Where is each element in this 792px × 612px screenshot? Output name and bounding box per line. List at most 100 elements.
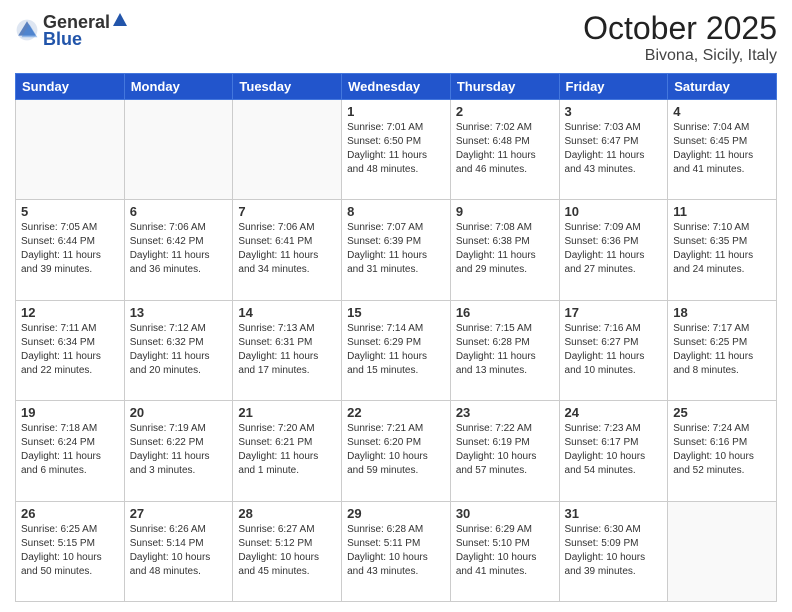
- day-number: 15: [347, 305, 445, 320]
- day-info: Sunrise: 7:11 AM Sunset: 6:34 PM Dayligh…: [21, 322, 119, 378]
- table-row: 26Sunrise: 6:25 AM Sunset: 5:15 PM Dayli…: [16, 501, 125, 601]
- table-row: 1 Sunrise: 7:01 AM Sunset: 6:50 PM Daylig…: [342, 100, 451, 200]
- logo-icon: [15, 18, 39, 42]
- day-info: Sunrise: 7:05 AM Sunset: 6:44 PM Dayligh…: [21, 221, 119, 277]
- day-info: Sunrise: 7:10 AM Sunset: 6:35 PM Dayligh…: [673, 221, 771, 277]
- day-info: Sunrise: 7:12 AM Sunset: 6:32 PM Dayligh…: [130, 322, 228, 378]
- day-info: Sunrise: 7:17 AM Sunset: 6:25 PM Dayligh…: [673, 322, 771, 378]
- table-row: 18 Sunrise: 7:17 AM Sunset: 6:25 PM Dayli…: [668, 300, 777, 400]
- day-info: Sunrise: 6:30 AM Sunset: 5:09 PM Dayligh…: [565, 523, 663, 579]
- day-info: Sunrise: 6:26 AM Sunset: 5:14 PM Dayligh…: [130, 523, 228, 579]
- calendar-week-row: 1 Sunrise: 7:01 AM Sunset: 6:50 PM Daylig…: [16, 100, 777, 200]
- table-row: 20Sunrise: 7:19 AM Sunset: 6:22 PM Dayli…: [124, 401, 233, 501]
- day-number: 30: [456, 506, 554, 521]
- title-block: October 2025 Bivona, Sicily, Italy: [583, 10, 777, 65]
- table-row: 14Sunrise: 7:13 AM Sunset: 6:31 PM Dayli…: [233, 300, 342, 400]
- table-row: 7 Sunrise: 7:06 AM Sunset: 6:41 PM Daylig…: [233, 200, 342, 300]
- day-info: Sunrise: 7:04 AM Sunset: 6:45 PM Dayligh…: [673, 121, 771, 177]
- table-row: 22Sunrise: 7:21 AM Sunset: 6:20 PM Dayli…: [342, 401, 451, 501]
- day-number: 19: [21, 405, 119, 420]
- day-number: 26: [21, 506, 119, 521]
- day-number: 29: [347, 506, 445, 521]
- table-row: 13 Sunrise: 7:12 AM Sunset: 6:32 PM Dayli…: [124, 300, 233, 400]
- day-number: 31: [565, 506, 663, 521]
- day-number: 8: [347, 204, 445, 219]
- day-number: 17: [565, 305, 663, 320]
- day-info: Sunrise: 6:28 AM Sunset: 5:11 PM Dayligh…: [347, 523, 445, 579]
- calendar-week-row: 5 Sunrise: 7:05 AM Sunset: 6:44 PM Daylig…: [16, 200, 777, 300]
- header-wednesday: Wednesday: [342, 74, 451, 100]
- header-saturday: Saturday: [668, 74, 777, 100]
- header-tuesday: Tuesday: [233, 74, 342, 100]
- day-info: Sunrise: 6:29 AM Sunset: 5:10 PM Dayligh…: [456, 523, 554, 579]
- day-info: Sunrise: 7:08 AM Sunset: 6:38 PM Dayligh…: [456, 221, 554, 277]
- table-row: 24 Sunrise: 7:23 AM Sunset: 6:17 PM Dayli…: [559, 401, 668, 501]
- day-number: 28: [238, 506, 336, 521]
- logo-triangle-icon: [111, 10, 129, 28]
- day-number: 4: [673, 104, 771, 119]
- day-info: Sunrise: 7:20 AM Sunset: 6:21 PM Dayligh…: [238, 422, 336, 478]
- day-number: 11: [673, 204, 771, 219]
- day-number: 20: [130, 405, 228, 420]
- day-number: 9: [456, 204, 554, 219]
- day-number: 21: [238, 405, 336, 420]
- day-info: Sunrise: 7:21 AM Sunset: 6:20 PM Dayligh…: [347, 422, 445, 478]
- day-info: Sunrise: 7:15 AM Sunset: 6:28 PM Dayligh…: [456, 322, 554, 378]
- day-number: 6: [130, 204, 228, 219]
- day-info: Sunrise: 7:13 AM Sunset: 6:31 PM Dayligh…: [238, 322, 336, 378]
- header-friday: Friday: [559, 74, 668, 100]
- table-row: 12 Sunrise: 7:11 AM Sunset: 6:34 PM Dayli…: [16, 300, 125, 400]
- day-info: Sunrise: 7:22 AM Sunset: 6:19 PM Dayligh…: [456, 422, 554, 478]
- calendar-header-row: Sunday Monday Tuesday Wednesday Thursday…: [16, 74, 777, 100]
- table-row: [668, 501, 777, 601]
- table-row: 25Sunrise: 7:24 AM Sunset: 6:16 PM Dayli…: [668, 401, 777, 501]
- table-row: [124, 100, 233, 200]
- table-row: 16 Sunrise: 7:15 AM Sunset: 6:28 PM Dayli…: [450, 300, 559, 400]
- day-info: Sunrise: 7:09 AM Sunset: 6:36 PM Dayligh…: [565, 221, 663, 277]
- day-number: 3: [565, 104, 663, 119]
- day-number: 25: [673, 405, 771, 420]
- month-title: October 2025: [583, 10, 777, 47]
- day-number: 18: [673, 305, 771, 320]
- table-row: 2 Sunrise: 7:02 AM Sunset: 6:48 PM Daylig…: [450, 100, 559, 200]
- table-row: [16, 100, 125, 200]
- day-number: 23: [456, 405, 554, 420]
- day-number: 1: [347, 104, 445, 119]
- day-info: Sunrise: 7:02 AM Sunset: 6:48 PM Dayligh…: [456, 121, 554, 177]
- table-row: [233, 100, 342, 200]
- table-row: 10Sunrise: 7:09 AM Sunset: 6:36 PM Dayli…: [559, 200, 668, 300]
- day-info: Sunrise: 7:16 AM Sunset: 6:27 PM Dayligh…: [565, 322, 663, 378]
- day-info: Sunrise: 7:18 AM Sunset: 6:24 PM Dayligh…: [21, 422, 119, 478]
- table-row: 28 Sunrise: 6:27 AM Sunset: 5:12 PM Dayli…: [233, 501, 342, 601]
- header-thursday: Thursday: [450, 74, 559, 100]
- day-number: 13: [130, 305, 228, 320]
- calendar-week-row: 12 Sunrise: 7:11 AM Sunset: 6:34 PM Dayli…: [16, 300, 777, 400]
- day-number: 27: [130, 506, 228, 521]
- header-monday: Monday: [124, 74, 233, 100]
- day-number: 16: [456, 305, 554, 320]
- table-row: 5 Sunrise: 7:05 AM Sunset: 6:44 PM Daylig…: [16, 200, 125, 300]
- day-number: 5: [21, 204, 119, 219]
- calendar-table: Sunday Monday Tuesday Wednesday Thursday…: [15, 73, 777, 602]
- day-number: 12: [21, 305, 119, 320]
- header-sunday: Sunday: [16, 74, 125, 100]
- table-row: 11 Sunrise: 7:10 AM Sunset: 6:35 PM Dayli…: [668, 200, 777, 300]
- day-info: Sunrise: 7:07 AM Sunset: 6:39 PM Dayligh…: [347, 221, 445, 277]
- table-row: 23 Sunrise: 7:22 AM Sunset: 6:19 PM Dayli…: [450, 401, 559, 501]
- day-info: Sunrise: 7:23 AM Sunset: 6:17 PM Dayligh…: [565, 422, 663, 478]
- day-info: Sunrise: 7:06 AM Sunset: 6:41 PM Dayligh…: [238, 221, 336, 277]
- day-info: Sunrise: 6:27 AM Sunset: 5:12 PM Dayligh…: [238, 523, 336, 579]
- day-number: 7: [238, 204, 336, 219]
- location-title: Bivona, Sicily, Italy: [583, 47, 777, 65]
- table-row: 6 Sunrise: 7:06 AM Sunset: 6:42 PM Daylig…: [124, 200, 233, 300]
- calendar-week-row: 19 Sunrise: 7:18 AM Sunset: 6:24 PM Dayli…: [16, 401, 777, 501]
- day-number: 24: [565, 405, 663, 420]
- logo: General Blue: [15, 10, 130, 50]
- day-info: Sunrise: 7:14 AM Sunset: 6:29 PM Dayligh…: [347, 322, 445, 378]
- table-row: 8 Sunrise: 7:07 AM Sunset: 6:39 PM Daylig…: [342, 200, 451, 300]
- day-info: Sunrise: 7:06 AM Sunset: 6:42 PM Dayligh…: [130, 221, 228, 277]
- day-info: Sunrise: 7:01 AM Sunset: 6:50 PM Dayligh…: [347, 121, 445, 177]
- table-row: 31 Sunrise: 6:30 AM Sunset: 5:09 PM Dayli…: [559, 501, 668, 601]
- day-number: 2: [456, 104, 554, 119]
- table-row: 19 Sunrise: 7:18 AM Sunset: 6:24 PM Dayli…: [16, 401, 125, 501]
